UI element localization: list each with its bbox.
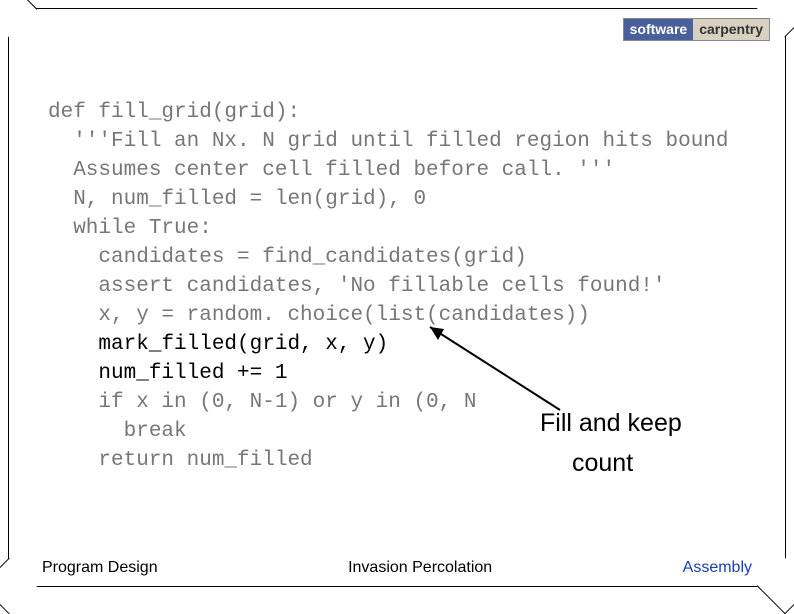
code-line-5: while True:: [48, 217, 212, 240]
code-line-3: Assumes center cell filled before call. …: [48, 159, 615, 182]
code-line-8: x, y = random. choice(list(candidates)): [48, 304, 590, 327]
code-line-12: break: [48, 420, 187, 443]
software-carpentry-logo: software carpentry: [623, 18, 770, 41]
annotation-text-line2: count: [572, 447, 633, 481]
code-line-2: '''Fill an Nx. N grid until filled regio…: [48, 130, 729, 153]
corner-cut-br: [757, 558, 794, 614]
footer-right: Assembly: [683, 559, 752, 577]
footer: Program Design Invasion Percolation Asse…: [42, 559, 752, 577]
logo-right-text: carpentry: [693, 19, 769, 40]
annotation-text-line1: Fill and keep: [540, 407, 682, 441]
code-line-11: if x in (0, N-1) or y in (0, N: [48, 391, 476, 414]
code-line-13: return num_filled: [48, 449, 313, 472]
code-line-4: N, num_filled = len(grid), 0: [48, 188, 426, 211]
code-line-7: assert candidates, 'No fillable cells fo…: [48, 275, 666, 298]
code-line-1: def fill_grid(grid):: [48, 101, 300, 124]
code-block: def fill_grid(grid): '''Fill an Nx. N gr…: [48, 70, 794, 476]
footer-left: Program Design: [42, 559, 158, 577]
code-line-10: num_filled += 1: [48, 362, 287, 385]
corner-cut-tl: [0, 0, 37, 37]
logo-left-text: software: [624, 19, 694, 40]
footer-center: Invasion Percolation: [158, 559, 683, 577]
code-line-6: candidates = find_candidates(grid): [48, 246, 527, 269]
code-line-9: mark_filled(grid, x, y): [48, 333, 388, 356]
corner-cut-bl: [0, 558, 37, 614]
